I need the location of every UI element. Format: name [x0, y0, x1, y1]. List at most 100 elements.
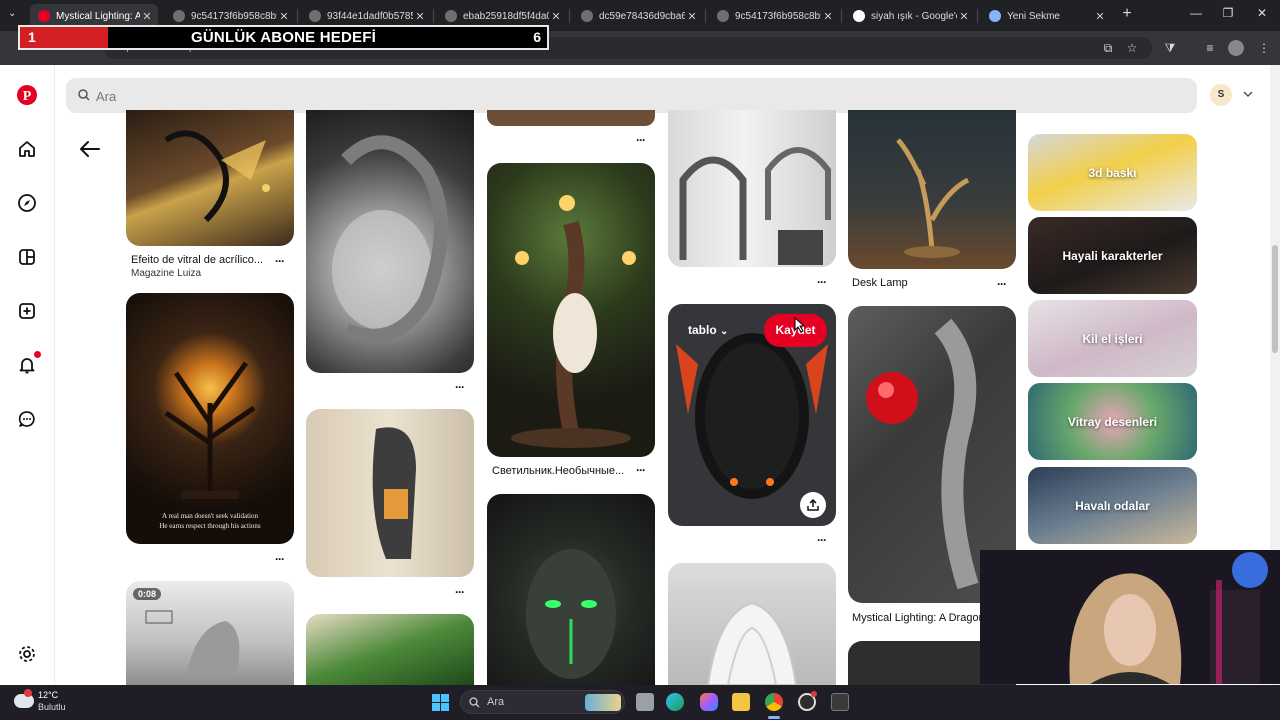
share-icon[interactable] — [800, 492, 826, 518]
more-options-icon[interactable]: ··· — [275, 552, 285, 566]
weather-description[interactable]: Bulutlu — [38, 702, 66, 712]
tab-new[interactable]: Yeni Sekme ✕ — [981, 4, 1111, 28]
profile-avatar-icon[interactable] — [1228, 40, 1244, 56]
tab-google[interactable]: siyah ışık - Google'da ✕ — [845, 4, 975, 28]
more-options-icon[interactable]: ··· — [636, 463, 646, 477]
more-options-icon[interactable]: ··· — [455, 585, 465, 599]
terminal-icon[interactable] — [831, 693, 849, 711]
pin-title[interactable]: Светильник.Необычные... — [492, 465, 627, 477]
windows-start-icon[interactable] — [432, 694, 449, 711]
chevron-down-icon: ⌄ — [720, 326, 729, 337]
pin-tree-moon-lamp[interactable]: A real man doesn't seek validation He ea… — [126, 293, 294, 544]
close-window-button[interactable]: ✕ — [1252, 6, 1272, 20]
pin-silver-dragon-egg[interactable] — [306, 110, 474, 373]
category-3d-printing[interactable]: 3d baskı — [1028, 134, 1197, 211]
more-options-icon[interactable]: ··· — [817, 533, 827, 547]
board-selector[interactable]: tablo ⌄ — [688, 323, 728, 337]
tab-divider — [433, 9, 434, 23]
scrollbar-thumb[interactable] — [1272, 245, 1278, 353]
pin-title[interactable]: Desk Lamp — [852, 277, 908, 289]
pin-source[interactable]: Magazine Luiza — [131, 268, 201, 279]
install-app-icon[interactable]: ⧉ — [1100, 40, 1116, 56]
search-icon — [469, 697, 480, 708]
maximize-button[interactable]: ❐ — [1218, 6, 1238, 20]
mouse-pointer-icon — [794, 317, 806, 333]
close-tab-icon[interactable]: ✕ — [140, 10, 154, 23]
more-options-icon[interactable]: ··· — [997, 277, 1007, 291]
chevron-down-icon[interactable] — [1242, 88, 1254, 100]
globe-favicon-icon — [173, 10, 185, 22]
file-explorer-icon[interactable] — [732, 693, 750, 711]
category-fantasy-characters[interactable]: Hayali karakterler — [1028, 217, 1197, 294]
close-tab-icon[interactable]: ✕ — [549, 10, 563, 23]
category-label: Vitray desenleri — [1067, 414, 1158, 429]
more-options-icon[interactable]: ··· — [636, 133, 646, 147]
pin-desk-lamp[interactable] — [848, 110, 1016, 269]
category-label: Kil el işleri — [1082, 331, 1143, 346]
pin-title[interactable]: Efeito de vitral de acrílico... — [131, 254, 271, 266]
tab-label: Mystical Lighting: A — [56, 10, 140, 22]
bookmark-star-icon[interactable]: ☆ — [1124, 40, 1140, 56]
extensions-icon[interactable]: ⧩ — [1162, 40, 1178, 56]
globe-favicon-icon — [581, 10, 593, 22]
globe-favicon-icon — [717, 10, 729, 22]
pin-white-sculpture[interactable] — [668, 563, 836, 685]
tab-6[interactable]: 9c54173f6b958c8b5 ✕ — [709, 4, 839, 28]
tab-search-button[interactable]: ⌄ — [8, 8, 22, 22]
more-options-icon[interactable]: ··· — [817, 275, 827, 289]
globe-favicon-icon — [445, 10, 457, 22]
pin-title[interactable]: Mystical Lighting: A Dragon — [852, 612, 980, 624]
tab-divider — [569, 9, 570, 23]
tab-divider — [841, 9, 842, 23]
chrome-icon[interactable] — [765, 693, 783, 711]
messages-icon[interactable] — [14, 406, 40, 432]
category-clay-crafts[interactable]: Kil el işleri — [1028, 300, 1197, 377]
pin-quote-line: A real man doesn't seek validation — [162, 512, 258, 520]
close-tab-icon[interactable]: ✕ — [685, 10, 699, 23]
boards-icon[interactable] — [14, 244, 40, 270]
home-icon[interactable] — [14, 136, 40, 162]
search-input[interactable]: Ara — [66, 78, 1197, 113]
close-tab-icon[interactable]: ✕ — [1093, 10, 1107, 23]
tab-label: Yeni Sekme — [1007, 10, 1060, 22]
webcam-feed — [980, 550, 1280, 684]
search-icon — [78, 89, 90, 101]
edge-browser-icon[interactable] — [666, 693, 684, 711]
weather-temperature[interactable]: 12°C — [38, 690, 58, 700]
category-cool-rooms[interactable]: Havalı odalar — [1028, 467, 1197, 544]
pin-gothic-lamps[interactable] — [668, 110, 836, 267]
globe-favicon-icon — [309, 10, 321, 22]
explore-compass-icon[interactable] — [14, 190, 40, 216]
pin-fairy-tree-lamp[interactable] — [487, 163, 655, 457]
taskbar-search-placeholder: Ara — [487, 696, 505, 708]
pin-green-dragon[interactable] — [306, 614, 474, 685]
pin-top-partial[interactable] — [487, 110, 655, 126]
goal-title: GÜNLÜK ABONE HEDEFİ — [191, 29, 376, 46]
task-view-icon[interactable] — [636, 693, 654, 711]
pin-dragon-wall-sconce[interactable] — [306, 409, 474, 577]
minimize-button[interactable]: — — [1186, 6, 1206, 20]
more-options-icon[interactable]: ··· — [275, 254, 285, 268]
pin-stained-glass-dragon[interactable] — [126, 110, 294, 246]
settings-gear-icon[interactable] — [14, 641, 40, 667]
category-stained-glass[interactable]: Vitray desenleri — [1028, 383, 1197, 460]
copilot-icon[interactable] — [700, 693, 718, 711]
create-plus-icon[interactable] — [14, 298, 40, 324]
close-tab-icon[interactable]: ✕ — [413, 10, 427, 23]
close-tab-icon[interactable]: ✕ — [957, 10, 971, 23]
pinterest-sidebar: P — [0, 65, 55, 685]
pin-green-mask[interactable] — [487, 494, 655, 685]
new-tab-button[interactable]: + — [1119, 5, 1135, 25]
chrome-menu-icon[interactable]: ⋮ — [1256, 40, 1272, 56]
more-options-icon[interactable]: ··· — [455, 380, 465, 394]
tab-divider — [297, 9, 298, 23]
close-tab-icon[interactable]: ✕ — [821, 10, 835, 23]
tab-label: siyah ışık - Google'da — [871, 10, 957, 22]
weather-cloud-icon[interactable] — [14, 694, 34, 708]
media-control-icon[interactable]: ≡ — [1202, 40, 1218, 56]
close-tab-icon[interactable]: ✕ — [277, 10, 291, 23]
avatar[interactable]: S — [1210, 84, 1232, 106]
back-arrow-icon[interactable] — [78, 139, 102, 159]
pinterest-logo-icon[interactable]: P — [14, 82, 40, 108]
tab-5[interactable]: dc59e78436d9cba67 ✕ — [573, 4, 703, 28]
